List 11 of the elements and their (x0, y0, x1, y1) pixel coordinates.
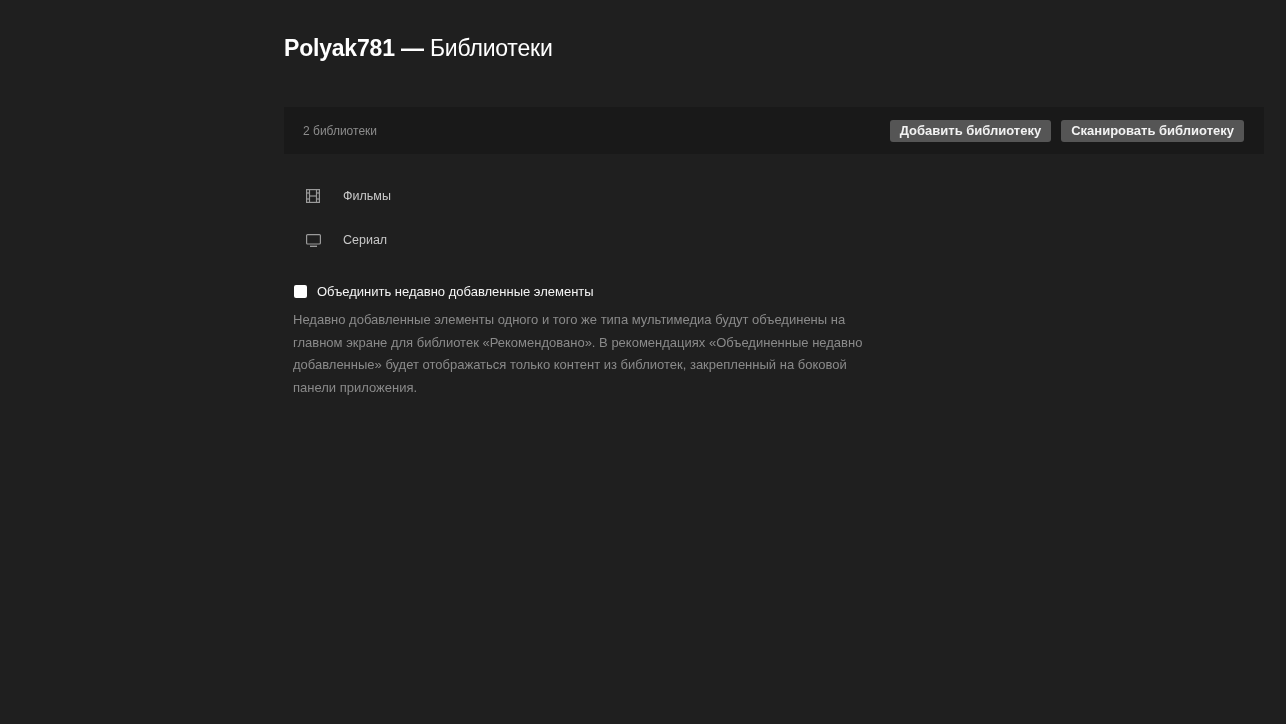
library-count: 2 библиотеки (303, 123, 378, 138)
action-button[interactable]: Сканировать библиотеку (1061, 119, 1244, 142)
option-description: Недавно добавленные элементы одного и того же типа мультимедиа будут объединены на главном экране для библиотек «Рекомендовано». В рекомендациях «Объединенные недавно добавленные» будет отображаться только контент из библиотек, закрепленный на боковой панели приложения. (293, 311, 863, 397)
monitor-icon (306, 233, 321, 247)
action-button[interactable]: Добавить библиотеку (889, 119, 1052, 142)
library-link[interactable]: Сериал (343, 233, 388, 247)
page-title: Polyak781 — Библиотеки (284, 34, 553, 63)
checkbox-label: Объединить недавно добавленные элементы (317, 284, 594, 299)
film-icon (306, 189, 320, 203)
checkbox[interactable] (294, 285, 307, 298)
library-link[interactable]: Фильмы (343, 189, 391, 203)
